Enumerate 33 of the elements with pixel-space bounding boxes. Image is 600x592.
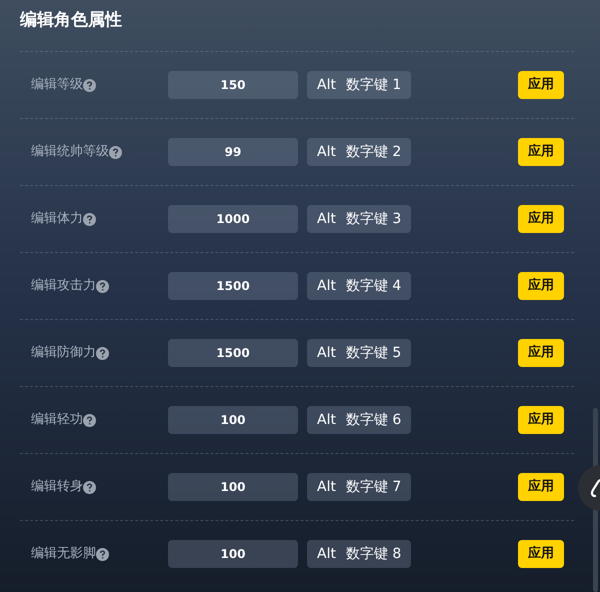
hotkey-label: Alt 数字键 1 — [307, 71, 412, 99]
hotkey-label: Alt 数字键 6 — [307, 406, 412, 434]
apply-button[interactable]: 应用 — [518, 138, 564, 166]
field-label: 编辑转身 — [31, 478, 83, 496]
hotkey-label: Alt 数字键 4 — [307, 272, 412, 300]
help-icon[interactable] — [83, 78, 96, 92]
help-icon[interactable] — [109, 146, 122, 158]
apply-button[interactable]: 应用 — [518, 272, 564, 300]
apply-button[interactable]: 应用 — [518, 205, 564, 233]
field-label: 编辑体力 — [31, 210, 83, 228]
hotkey-label: Alt 数字键 7 — [307, 473, 412, 501]
hotkey-label: Alt 数字键 2 — [307, 138, 412, 166]
hotkey-label: Alt 数字键 8 — [307, 540, 412, 568]
apply-button[interactable]: 应用 — [518, 473, 564, 501]
apply-button[interactable]: 应用 — [518, 406, 564, 434]
hotkey-label: Alt 数字键 5 — [307, 339, 412, 367]
help-icon[interactable] — [96, 280, 109, 292]
help-icon[interactable] — [83, 480, 96, 494]
help-icon[interactable] — [83, 414, 96, 426]
help-icon[interactable] — [83, 212, 96, 226]
apply-button[interactable]: 应用 — [518, 339, 564, 367]
help-icon[interactable] — [96, 548, 109, 560]
field-label: 编辑轻功 — [31, 411, 83, 430]
field-label: 编辑攻击力 — [31, 277, 96, 296]
field-label: 编辑等级 — [31, 76, 83, 94]
help-icon[interactable] — [96, 346, 109, 360]
field-label: 编辑统帅等级 — [31, 143, 109, 162]
hotkey-label: Alt 数字键 3 — [307, 205, 412, 233]
field-label: 编辑防御力 — [31, 344, 96, 362]
apply-button[interactable]: 应用 — [518, 71, 564, 99]
field-label: 编辑无影脚 — [31, 545, 96, 564]
panel-title: 编辑角色属性 — [20, 9, 123, 32]
apply-button[interactable]: 应用 — [518, 540, 564, 568]
